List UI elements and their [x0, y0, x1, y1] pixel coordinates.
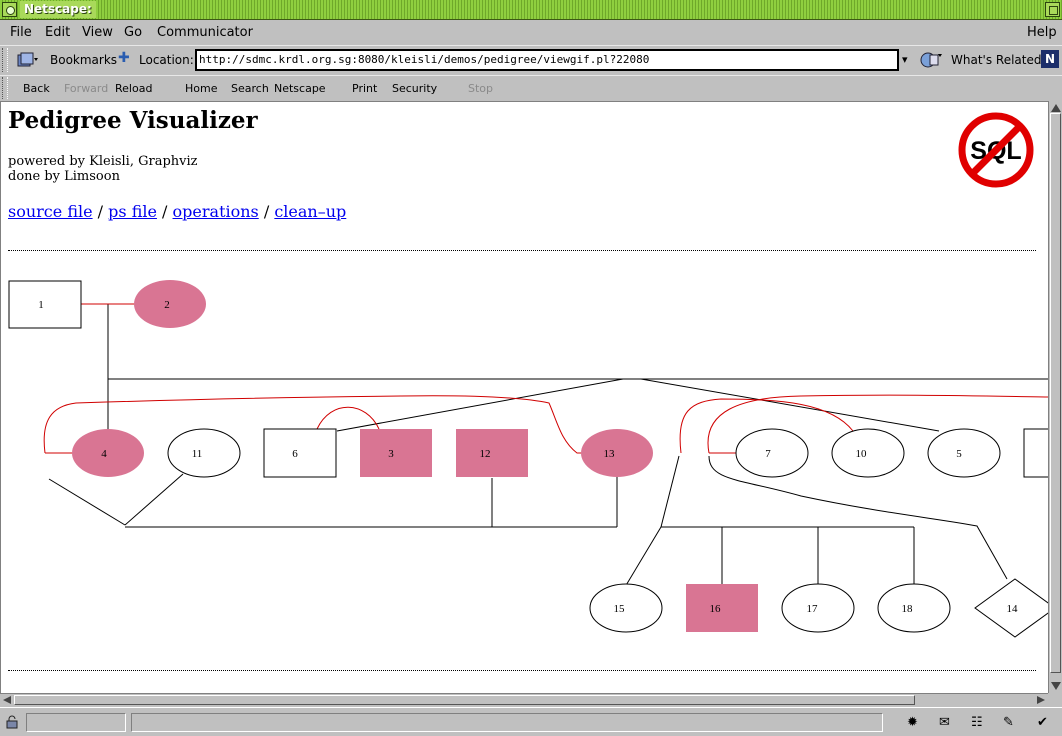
toolbar-grip[interactable]: [2, 48, 8, 72]
status-check-icon[interactable]: ✔: [1037, 715, 1048, 730]
bookmarks-icon[interactable]: [16, 52, 38, 68]
bookmarks-button[interactable]: Bookmarks: [50, 53, 117, 67]
pedigree-graph: 1 2 4 11 6 3 12 13 7 10 5 15 16 17 18 14: [8, 280, 1048, 638]
node-label: 2: [164, 299, 170, 311]
print-button[interactable]: Print: [352, 82, 377, 95]
location-label: Location:: [139, 53, 194, 67]
discussions-icon[interactable]: ☷: [971, 715, 983, 730]
node-1: 1: [8, 280, 82, 329]
horizontal-scrollbar[interactable]: [0, 693, 1048, 706]
horizontal-scroll-thumb[interactable]: [14, 695, 915, 705]
node-label: 3: [388, 448, 394, 460]
node-label: 6: [292, 448, 298, 460]
toolbar-grip[interactable]: [2, 77, 8, 99]
reload-button[interactable]: Reload: [115, 82, 152, 95]
node-label: 7: [765, 448, 771, 460]
node-2: 2: [134, 280, 206, 328]
status-bar: ✹ ✉ ☷ ✎ ✔: [0, 707, 1062, 736]
back-button[interactable]: Back: [23, 82, 50, 95]
vertical-scrollbar[interactable]: [1048, 101, 1062, 693]
node-label: 15: [614, 603, 626, 615]
window-titlebar: Netscape:: [0, 0, 1062, 20]
security-button[interactable]: Security: [392, 82, 437, 95]
netscape-button[interactable]: Netscape: [274, 82, 326, 95]
home-button[interactable]: Home: [185, 82, 217, 95]
progress-bar: [26, 713, 126, 732]
node-label: 16: [710, 603, 722, 615]
search-button[interactable]: Search: [231, 82, 269, 95]
node-18: 18: [877, 583, 951, 633]
node-17: 17: [781, 583, 855, 633]
menu-edit[interactable]: Edit: [45, 25, 70, 40]
scroll-left-icon[interactable]: [3, 696, 11, 704]
stop-button[interactable]: Stop: [468, 82, 493, 95]
navigation-toolbar: Back Forward Reload Home Search Netscape…: [0, 75, 1062, 100]
node-15: 15: [589, 583, 663, 633]
page-content: Pedigree Visualizer powered by Kleisli, …: [0, 101, 1048, 693]
scroll-down-icon[interactable]: [1051, 682, 1061, 690]
menu-file[interactable]: File: [10, 25, 32, 40]
security-lock-icon[interactable]: [5, 715, 19, 729]
vertical-scroll-thumb[interactable]: [1050, 113, 1061, 673]
node-6: 6: [263, 428, 337, 478]
menu-communicator[interactable]: Communicator: [157, 25, 253, 40]
node-label: 13: [604, 448, 616, 460]
status-message: [131, 713, 883, 732]
node-13: 13: [581, 429, 653, 477]
node-label: 17: [807, 603, 819, 615]
node-3: 3: [360, 429, 432, 477]
horizontal-rule: [8, 670, 1036, 671]
node-14: 14: [974, 578, 1048, 638]
mail-icon[interactable]: ✉: [939, 715, 950, 730]
node-label: 12: [480, 448, 491, 460]
node-12: 12: [456, 429, 528, 477]
component-bar-navigator-icon[interactable]: ✹: [907, 715, 918, 730]
forward-button[interactable]: Forward: [64, 82, 108, 95]
location-toolbar: Bookmarks ✚ Location: http://sdmc.krdl.o…: [0, 45, 1062, 74]
location-icon: ✚: [118, 50, 130, 66]
node-5: 5: [927, 428, 1001, 478]
composer-icon[interactable]: ✎: [1003, 715, 1014, 730]
window-title: Netscape:: [20, 1, 96, 18]
menu-help[interactable]: Help: [1027, 25, 1057, 40]
whats-related-button[interactable]: What's Related: [951, 53, 1041, 67]
node-10: 10: [831, 428, 905, 478]
whats-related-icon[interactable]: [920, 51, 942, 69]
node-label: 10: [856, 448, 868, 460]
netscape-logo[interactable]: N: [1041, 50, 1059, 68]
node-label: 4: [101, 448, 107, 460]
node-label: 5: [956, 448, 962, 460]
window-menu-icon[interactable]: [2, 2, 17, 17]
node-4: 4: [72, 429, 144, 477]
node-label: 11: [192, 448, 203, 460]
menu-view[interactable]: View: [82, 25, 113, 40]
node-label: 14: [1007, 603, 1019, 615]
node-16: 16: [686, 584, 758, 632]
menu-bar: File Edit View Go Communicator Help: [0, 21, 1062, 45]
scroll-right-icon[interactable]: [1037, 696, 1045, 704]
url-input[interactable]: http://sdmc.krdl.org.sg:8080/kleisli/dem…: [195, 49, 899, 71]
node-7: 7: [735, 428, 809, 478]
node-label: 18: [902, 603, 914, 615]
node-11: 11: [167, 428, 241, 478]
menu-go[interactable]: Go: [124, 25, 142, 40]
node-partial-offscreen: [1023, 428, 1048, 478]
url-dropdown-icon[interactable]: ▾: [902, 53, 908, 66]
window-maximize-icon[interactable]: [1045, 2, 1060, 17]
node-label: 1: [38, 299, 44, 311]
scroll-up-icon[interactable]: [1051, 104, 1061, 112]
